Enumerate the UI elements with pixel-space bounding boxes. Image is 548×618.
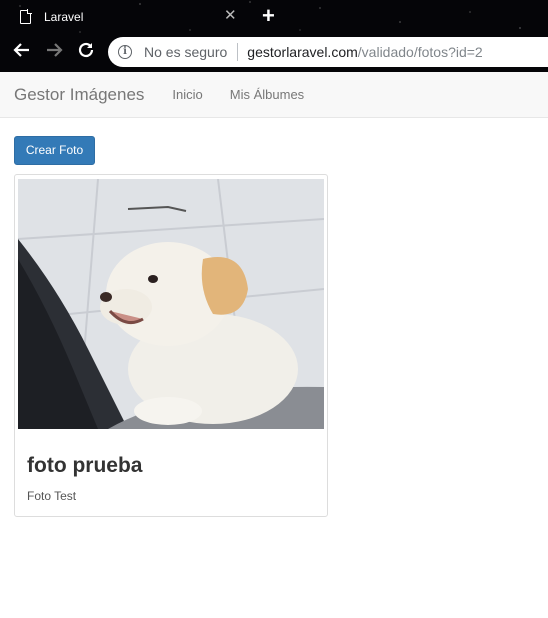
- create-photo-button[interactable]: Crear Foto: [14, 136, 95, 165]
- reload-icon[interactable]: [75, 40, 97, 62]
- security-label: No es seguro: [144, 44, 228, 60]
- tab-title: Laravel: [44, 10, 84, 24]
- browser-tab[interactable]: Laravel: [0, 0, 250, 34]
- close-tab-icon[interactable]: ✕: [224, 8, 237, 24]
- navbar-brand[interactable]: Gestor Imágenes: [14, 85, 144, 105]
- photo-description: Foto Test: [27, 489, 77, 503]
- forward-icon[interactable]: [43, 40, 65, 62]
- app-navbar: Gestor Imágenes Inicio Mis Álbumes: [0, 72, 548, 118]
- photo-image[interactable]: [18, 179, 324, 429]
- url-path: /validado/fotos?id=2: [357, 44, 483, 60]
- url-host: gestorlaravel.com: [247, 44, 358, 60]
- back-icon[interactable]: [11, 40, 33, 62]
- browser-chrome: Laravel ✕ + i No es seguro gestorlaravel…: [0, 0, 548, 72]
- photo-card[interactable]: foto prueba Foto Test: [14, 174, 328, 517]
- nav-link-mis-albumes[interactable]: Mis Álbumes: [230, 87, 304, 102]
- document-icon: [20, 9, 32, 24]
- address-divider: [237, 43, 239, 61]
- info-icon[interactable]: i: [118, 45, 132, 59]
- nav-link-inicio[interactable]: Inicio: [172, 87, 202, 102]
- address-bar[interactable]: i No es seguro gestorlaravel.com/validad…: [108, 37, 548, 67]
- browser-toolbar: i No es seguro gestorlaravel.com/validad…: [0, 34, 548, 70]
- photo-title: foto prueba: [27, 454, 143, 477]
- new-tab-icon[interactable]: +: [262, 4, 275, 28]
- puppy-photo: [18, 179, 324, 429]
